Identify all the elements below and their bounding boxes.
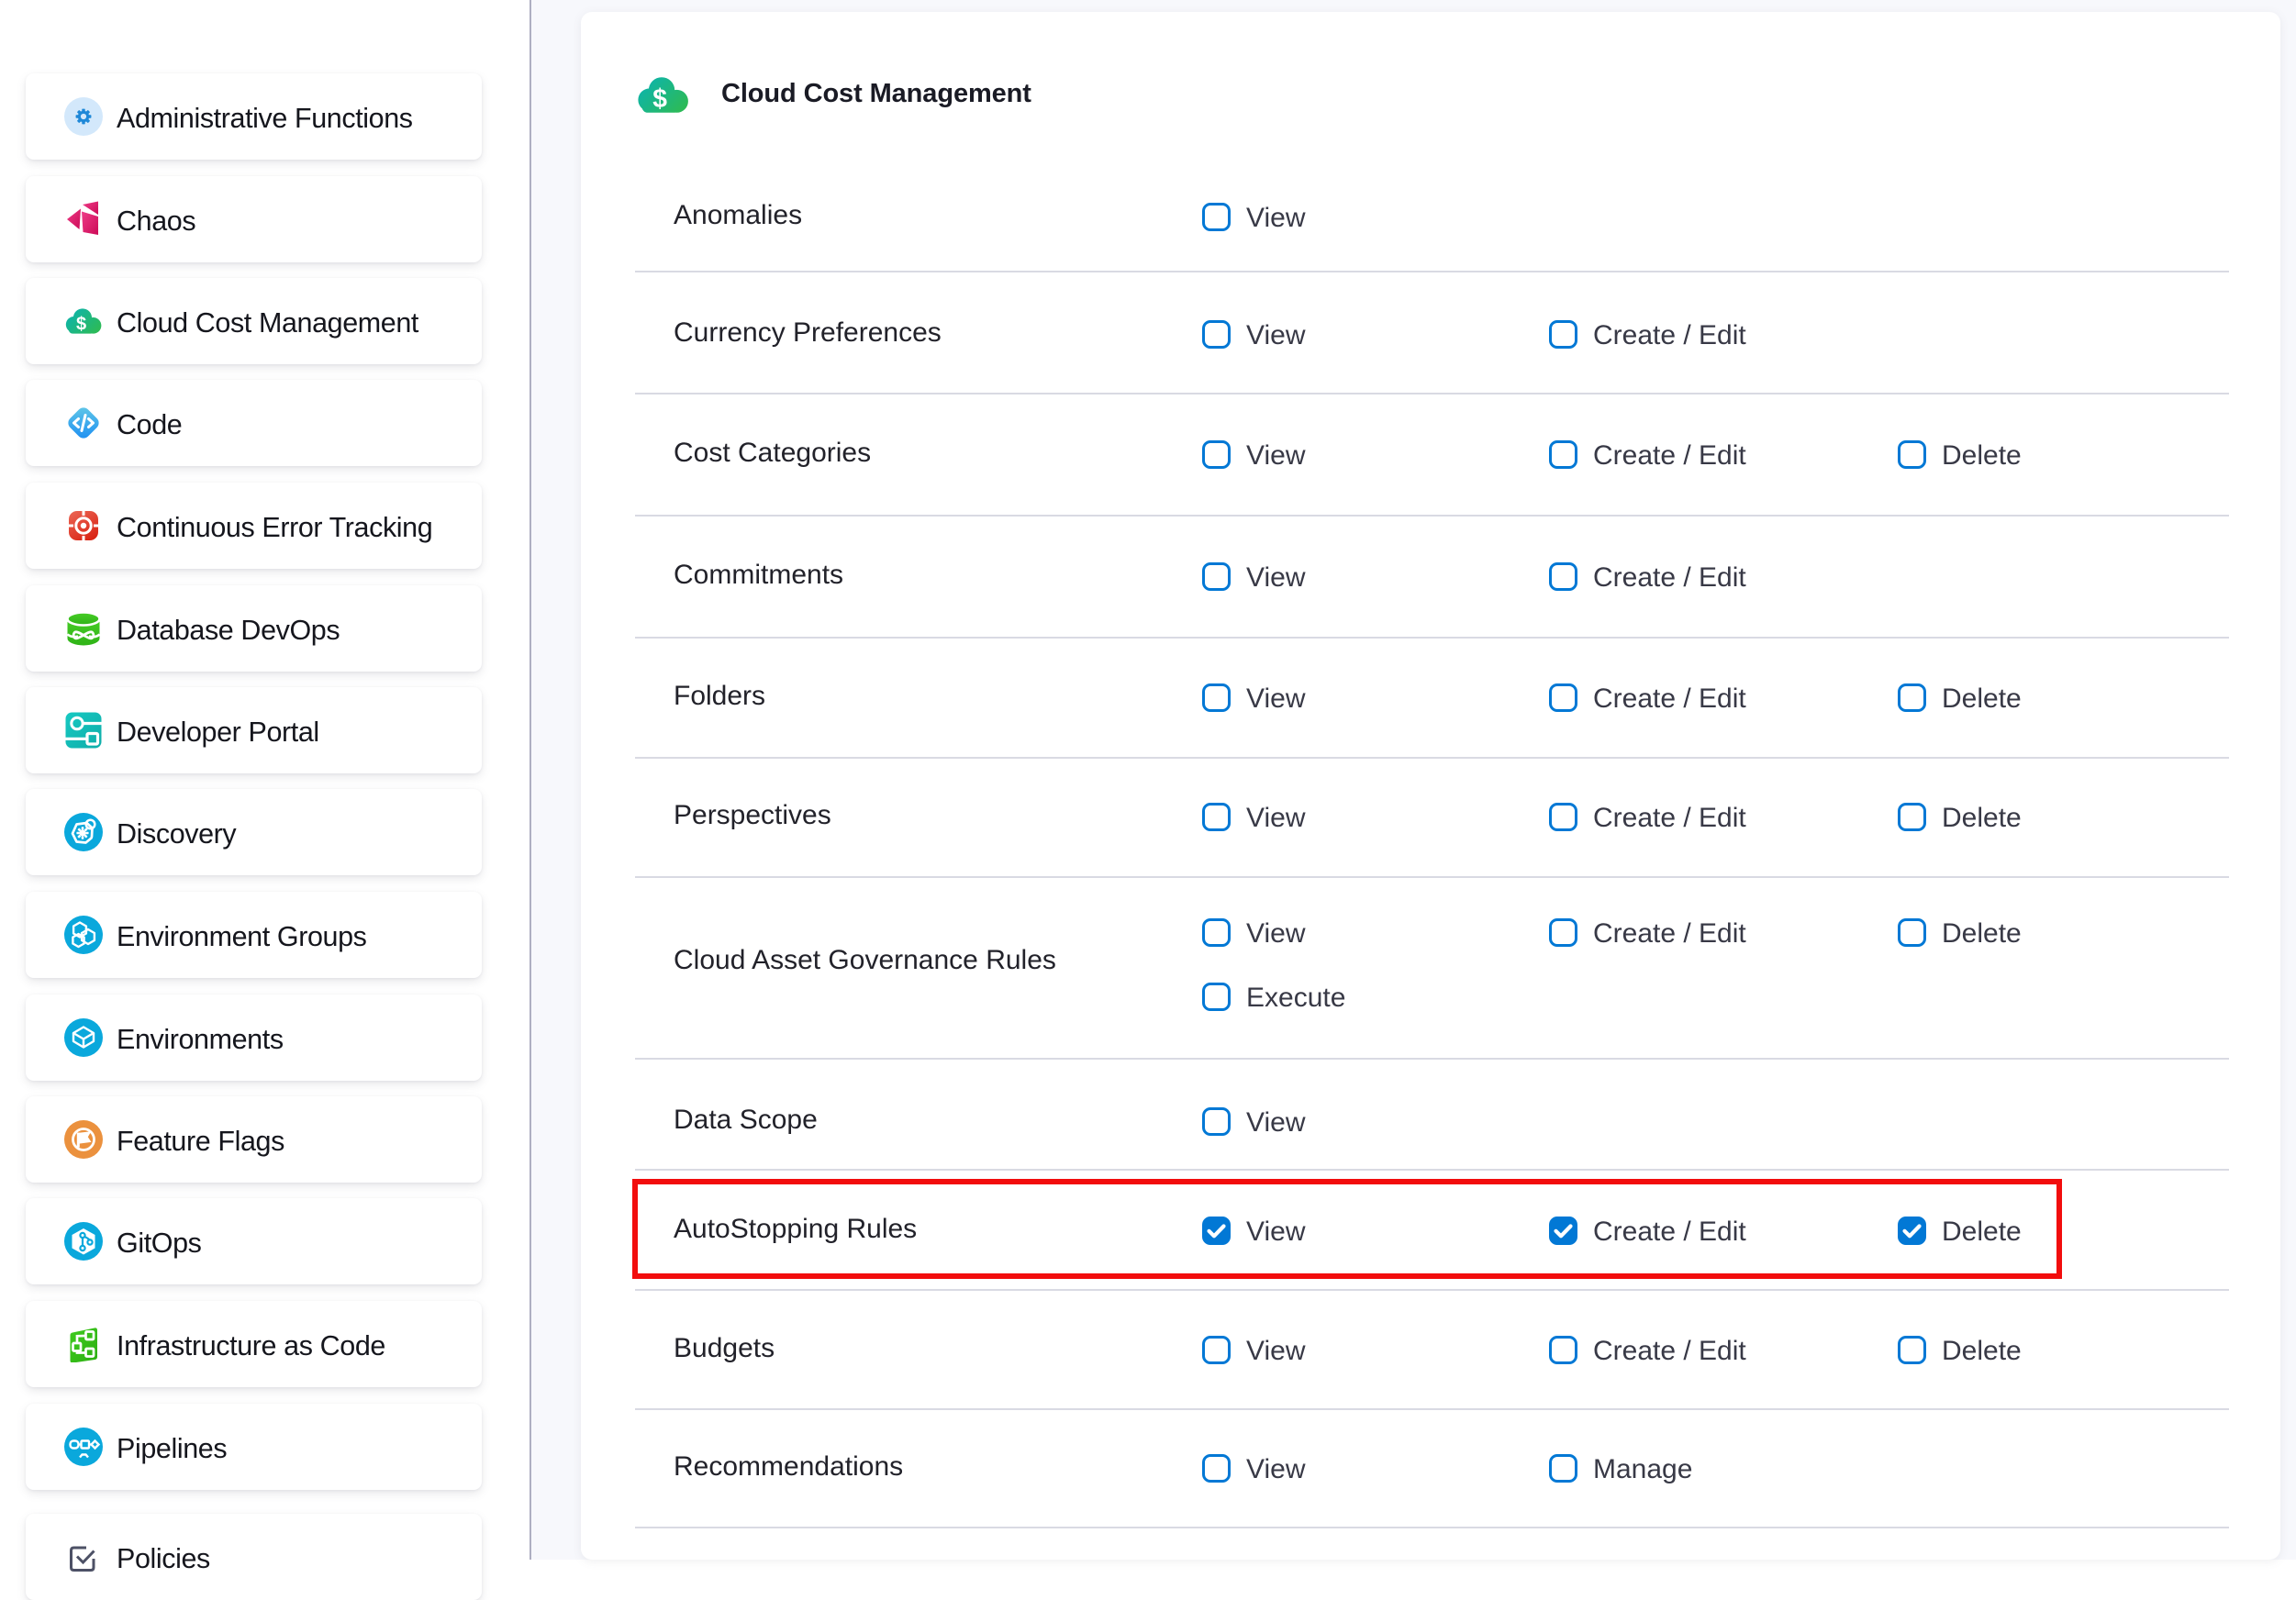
- svg-text:$: $: [652, 83, 667, 113]
- svg-text:$: $: [76, 315, 86, 334]
